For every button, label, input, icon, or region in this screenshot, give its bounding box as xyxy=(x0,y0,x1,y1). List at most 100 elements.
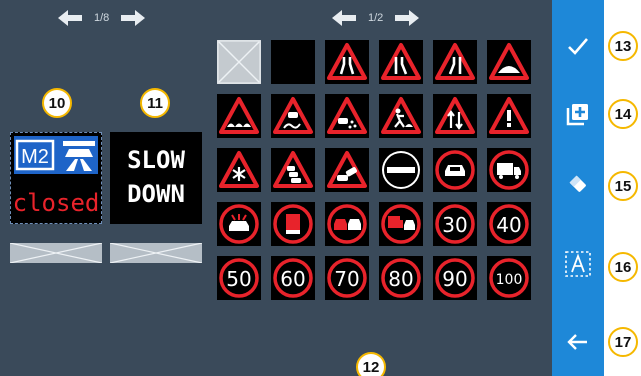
check-icon xyxy=(568,38,588,55)
speed-limit-60-text: 60 xyxy=(280,267,305,291)
speed-limit-80-text: 80 xyxy=(388,267,413,291)
sign-no-entry[interactable] xyxy=(379,148,423,192)
speed-limit-70: 70 xyxy=(327,258,367,298)
preset-page-indicator: 1/8 xyxy=(94,12,110,24)
road-narrows-both-icon xyxy=(327,43,367,80)
prev-page-icon[interactable] xyxy=(332,10,356,26)
sign-roadworks[interactable] xyxy=(379,94,423,138)
truck-circle-icon xyxy=(489,150,529,190)
slow-down-sign: SLOW DOWN xyxy=(127,146,185,208)
speed-limit-100-text: 100 xyxy=(496,272,523,288)
action-toolbar xyxy=(552,0,604,376)
sign-speed-40[interactable]: 40 xyxy=(487,202,531,246)
callout-17: 17 xyxy=(608,327,638,357)
no-overtaking-icon xyxy=(327,204,367,244)
callout-16: 16 xyxy=(608,252,638,282)
sign-road-narrows-right[interactable] xyxy=(379,40,423,84)
queues-likely-icon xyxy=(273,151,313,188)
speed-limit-60: 60 xyxy=(273,258,313,298)
sign-blank-crossed[interactable] xyxy=(217,40,261,84)
accident-icon xyxy=(327,151,367,188)
speed-limit-90: 90 xyxy=(435,258,475,298)
no-overtaking-trucks-icon xyxy=(381,204,421,244)
sign-no-motor-vehicles[interactable] xyxy=(433,148,477,192)
sign-no-overtaking-trucks[interactable] xyxy=(379,202,423,246)
next-page-icon[interactable] xyxy=(121,10,146,26)
sign-speed-90[interactable]: 90 xyxy=(433,256,477,300)
sign-speed-60[interactable]: 60 xyxy=(271,256,315,300)
speed-limit-40-text: 40 xyxy=(496,213,521,237)
callout-gutter: 13 14 15 16 17 xyxy=(604,0,641,376)
loose-chippings-icon xyxy=(327,97,367,134)
sign-road-narrows-both[interactable] xyxy=(325,40,369,84)
dangerous-goods-icon xyxy=(273,204,313,244)
sign-speed-80[interactable]: 80 xyxy=(379,256,423,300)
preset-slow-down[interactable]: SLOW DOWN xyxy=(110,132,202,224)
callout-11: 11 xyxy=(140,88,170,118)
sign-two-way-traffic[interactable] xyxy=(433,94,477,138)
sign-uneven-road[interactable] xyxy=(217,94,261,138)
callout-13: 13 xyxy=(608,31,638,61)
preset-m2-closed[interactable]: M2 closed xyxy=(10,132,102,224)
empty-preset-slot-1[interactable] xyxy=(9,242,103,264)
speed-limit-30: 30 xyxy=(435,204,475,244)
sign-speed-70[interactable]: 70 xyxy=(325,256,369,300)
preset-pager: 1/8 xyxy=(58,10,146,26)
speed-limit-30-text: 30 xyxy=(442,213,467,237)
sign-ice-snow[interactable] xyxy=(217,148,261,192)
callout-12: 12 xyxy=(356,352,386,376)
speed-limit-100: 100 xyxy=(489,258,529,298)
sign-speed-100[interactable]: 100 xyxy=(487,256,531,300)
callout-14: 14 xyxy=(608,99,638,129)
road-narrows-right-icon xyxy=(381,43,421,80)
next-page-icon[interactable] xyxy=(395,10,420,26)
down-text: DOWN xyxy=(127,180,185,208)
sign-police-ahead[interactable] xyxy=(217,202,261,246)
slow-text: SLOW xyxy=(127,146,185,174)
sign-no-dangerous-goods[interactable] xyxy=(271,202,315,246)
snowflake-icon xyxy=(219,151,259,188)
sign-hump[interactable] xyxy=(487,40,531,84)
car-circle-icon xyxy=(435,150,475,190)
police-car-icon xyxy=(219,204,259,244)
eraser-icon xyxy=(569,175,586,192)
road-narrows-left-icon xyxy=(435,43,475,80)
erase-button[interactable] xyxy=(552,158,604,210)
speed-limit-70-text: 70 xyxy=(334,267,359,291)
m2-closed-sign: M2 closed xyxy=(13,136,100,217)
slippery-road-icon xyxy=(273,97,313,134)
sign-no-goods-vehicles[interactable] xyxy=(487,148,531,192)
callout-10: 10 xyxy=(42,88,72,118)
hump-icon xyxy=(489,43,529,80)
back-button[interactable] xyxy=(552,316,604,368)
speed-limit-90-text: 90 xyxy=(442,267,467,291)
speed-limit-40: 40 xyxy=(489,204,529,244)
sign-road-narrows-left[interactable] xyxy=(433,40,477,84)
speed-limit-50-text: 50 xyxy=(226,267,251,291)
exclamation-icon xyxy=(489,97,529,134)
preset-panel: 1/8 10 11 M2 closed SLOW DOWN xyxy=(0,0,210,376)
add-copy-icon xyxy=(566,104,588,126)
sign-accident[interactable] xyxy=(325,148,369,192)
confirm-button[interactable] xyxy=(552,20,604,72)
sign-general-danger[interactable] xyxy=(487,94,531,138)
m2-badge-text: M2 xyxy=(21,146,49,168)
sign-speed-50[interactable]: 50 xyxy=(217,256,261,300)
add-copy-button[interactable] xyxy=(552,88,604,140)
sign-speed-30[interactable]: 30 xyxy=(433,202,477,246)
sign-loose-chippings[interactable] xyxy=(325,94,369,138)
empty-preset-slot-2[interactable] xyxy=(109,242,203,264)
sign-slippery-road[interactable] xyxy=(271,94,315,138)
prev-page-icon[interactable] xyxy=(58,10,82,26)
sign-queues-likely[interactable] xyxy=(271,148,315,192)
sign-blank-black[interactable] xyxy=(271,40,315,84)
speed-limit-80: 80 xyxy=(381,258,421,298)
callout-15: 15 xyxy=(608,171,638,201)
uneven-road-icon xyxy=(219,97,259,134)
text-select-button[interactable] xyxy=(552,238,604,290)
library-page-indicator: 1/2 xyxy=(368,12,384,24)
speed-limit-50: 50 xyxy=(219,258,259,298)
roadworks-icon xyxy=(381,97,421,134)
sign-no-overtaking[interactable] xyxy=(325,202,369,246)
closed-text: closed xyxy=(13,189,100,217)
